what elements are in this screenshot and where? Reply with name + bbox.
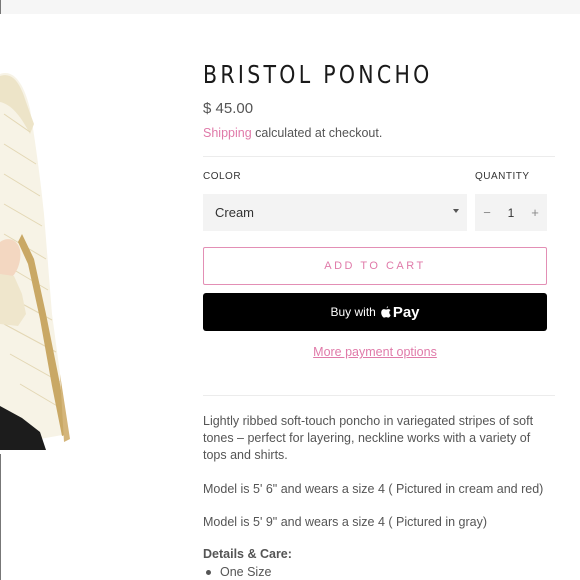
product-price: $ 45.00 — [203, 100, 254, 117]
details-list: One Size — [203, 565, 271, 579]
product-image[interactable] — [0, 14, 90, 454]
divider — [203, 395, 555, 396]
quantity-increase-button[interactable]: + — [523, 205, 547, 220]
more-payment-options-link[interactable]: More payment options — [203, 345, 547, 359]
top-strip — [0, 0, 580, 14]
color-select-value: Cream — [215, 205, 255, 220]
color-label: COLOR — [203, 171, 242, 182]
details-heading: Details & Care: — [203, 547, 292, 561]
details-item-label: One Size — [220, 565, 272, 579]
apple-pay-button[interactable]: Buy with Pay — [203, 293, 547, 331]
shipping-text: calculated at checkout. — [251, 126, 383, 140]
poncho-photo — [0, 14, 90, 454]
apple-logo-icon — [381, 306, 391, 318]
shipping-link[interactable]: Shipping — [203, 126, 252, 140]
pay-label: Pay — [392, 303, 420, 321]
shipping-note: Shipping calculated at checkout. — [203, 126, 382, 140]
quantity-label: QUANTITY — [475, 171, 530, 182]
color-select[interactable]: Cream — [203, 194, 467, 231]
add-to-cart-button[interactable]: ADD TO CART — [203, 247, 547, 285]
product-title: BRISTOL PONCHO — [203, 60, 433, 89]
bullet-icon — [206, 569, 211, 575]
quantity-input[interactable]: 1 — [499, 206, 523, 220]
caret-down-icon — [453, 209, 459, 213]
model-note-gray: Model is 5' 9" and wears a size 4 ( Pict… — [203, 515, 488, 529]
list-item: One Size — [203, 565, 271, 579]
quantity-stepper: − 1 + — [475, 194, 547, 231]
description-paragraph: Lightly ribbed soft-touch poncho in vari… — [203, 414, 534, 462]
quantity-decrease-button[interactable]: − — [475, 205, 499, 220]
apple-pay-mark: Pay — [380, 304, 420, 321]
buy-with-label: Buy with — [330, 305, 376, 319]
model-note-cream: Model is 5' 6" and wears a size 4 ( Pict… — [203, 482, 544, 496]
divider — [203, 156, 555, 157]
